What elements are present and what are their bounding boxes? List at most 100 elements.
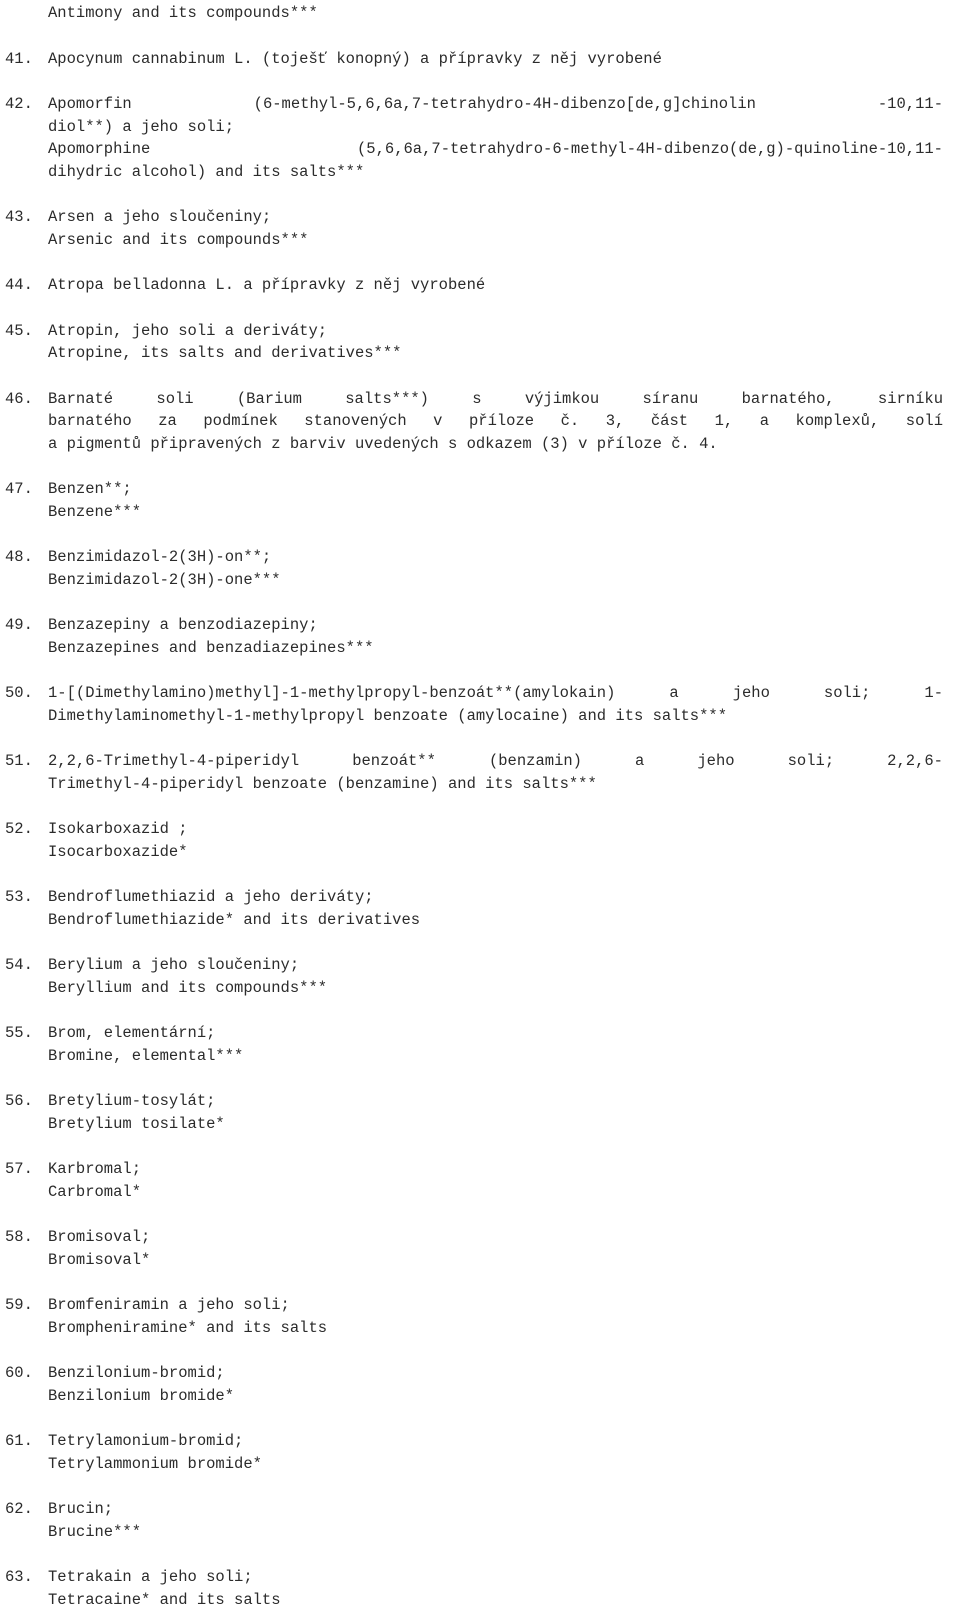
- list-item: 41.Apocynum cannabinum L. (toješť konopn…: [5, 48, 943, 71]
- list-item: 48.Benzimidazol-2(3H)-on**;Benzimidazol-…: [5, 546, 943, 591]
- entry-line: Bromisoval;: [48, 1226, 943, 1249]
- entry-line: Brucine***: [48, 1521, 943, 1544]
- list-item: 58.Bromisoval;Bromisoval*: [5, 1226, 943, 1271]
- entry-line: Atropine, its salts and derivatives***: [48, 342, 943, 365]
- list-item: 60.Benzilonium-bromid;Benzilonium bromid…: [5, 1362, 943, 1407]
- entry-text: Apocynum cannabinum L. (toješť konopný) …: [48, 48, 943, 71]
- entry-line: Benzene***: [48, 501, 943, 524]
- entry-line: Benzimidazol-2(3H)-on**;: [48, 546, 943, 569]
- list-item: 46.Barnaté soli (Barium salts***) s výji…: [5, 388, 943, 456]
- entry-text: Brucin;Brucine***: [48, 1498, 943, 1543]
- entry-line: barnatého za podmínek stanovených v příl…: [48, 410, 943, 433]
- list-item: 55.Brom, elementární;Bromine, elemental*…: [5, 1022, 943, 1067]
- entry-line: dihydric alcohol) and its salts***: [48, 161, 943, 184]
- list-item: 47.Benzen**;Benzene***: [5, 478, 943, 523]
- entry-number: 50.: [5, 682, 48, 705]
- entry-line: Carbromal*: [48, 1181, 943, 1204]
- document-page: Antimony and its compounds*** 41.Apocynu…: [0, 0, 960, 1584]
- entry-line: Bromfeniramin a jeho soli;: [48, 1294, 943, 1317]
- entry-text: Barnaté soli (Barium salts***) s výjimko…: [48, 388, 943, 456]
- entry-line: Brompheniramine* and its salts: [48, 1317, 943, 1340]
- entry-line: Apomorfin (6-methyl-5,6,6a,7-tetrahydro-…: [48, 93, 943, 116]
- list-item: 63.Tetrakain a jeho soli;Tetracaine* and…: [5, 1566, 943, 1611]
- list-item: 61.Tetrylamonium-bromid;Tetrylammonium b…: [5, 1430, 943, 1475]
- list-item: 54.Berylium a jeho sloučeniny;Beryllium …: [5, 954, 943, 999]
- entry-text: Karbromal;Carbromal*: [48, 1158, 943, 1203]
- entry-number: 51.: [5, 750, 48, 773]
- entry-line: Tetrakain a jeho soli;: [48, 1566, 943, 1589]
- entry-line: Bendroflumethiazide* and its derivatives: [48, 909, 943, 932]
- entry-number: 60.: [5, 1362, 48, 1385]
- entry-line: Benzimidazol-2(3H)-one***: [48, 569, 943, 592]
- list-item: 52.Isokarboxazid ;Isocarboxazide*: [5, 818, 943, 863]
- list-item: 50.1-[(Dimethylamino)methyl]-1-methylpro…: [5, 682, 943, 727]
- entry-line: Benzen**;: [48, 478, 943, 501]
- entry-number: 44.: [5, 274, 48, 297]
- list-item: 62.Brucin;Brucine***: [5, 1498, 943, 1543]
- entry-line: Trimethyl-4-piperidyl benzoate (benzamin…: [48, 773, 943, 796]
- entry-number: 56.: [5, 1090, 48, 1113]
- entry-number: 45.: [5, 320, 48, 343]
- entry-text: Benzen**;Benzene***: [48, 478, 943, 523]
- entry-number: 53.: [5, 886, 48, 909]
- entry-text: Bendroflumethiazid a jeho deriváty;Bendr…: [48, 886, 943, 931]
- list-item: 49.Benzazepiny a benzodiazepiny;Benzazep…: [5, 614, 943, 659]
- entry-text: Tetrakain a jeho soli;Tetracaine* and it…: [48, 1566, 943, 1611]
- list-item: 59.Bromfeniramin a jeho soli;Bromphenira…: [5, 1294, 943, 1339]
- entry-text: Apomorfin (6-methyl-5,6,6a,7-tetrahydro-…: [48, 93, 943, 183]
- entry-number: 55.: [5, 1022, 48, 1045]
- entry-line: Arsen a jeho sloučeniny;: [48, 206, 943, 229]
- list-item: 56.Bretylium-tosylát;Bretylium tosilate*: [5, 1090, 943, 1135]
- entry-line: Benzazepines and benzadiazepines***: [48, 637, 943, 660]
- list-item: 57.Karbromal;Carbromal*: [5, 1158, 943, 1203]
- entry-number: 62.: [5, 1498, 48, 1521]
- entry-line: Dimethylaminomethyl-1-methylpropyl benzo…: [48, 705, 943, 728]
- entry-line: Bendroflumethiazid a jeho deriváty;: [48, 886, 943, 909]
- numbered-entry-list: 41.Apocynum cannabinum L. (toješť konopn…: [5, 48, 943, 1611]
- entry-number: 42.: [5, 93, 48, 116]
- entry-line: Brucin;: [48, 1498, 943, 1521]
- list-item: 43.Arsen a jeho sloučeniny;Arsenic and i…: [5, 206, 943, 251]
- entry-line: Apomorphine (5,6,6a,7-tetrahydro-6-methy…: [48, 138, 943, 161]
- entry-text: 1-[(Dimethylamino)methyl]-1-methylpropyl…: [48, 682, 943, 727]
- entry-text: Benzilonium-bromid;Benzilonium bromide*: [48, 1362, 943, 1407]
- entry-number: 59.: [5, 1294, 48, 1317]
- entry-text: Brom, elementární;Bromine, elemental***: [48, 1022, 943, 1067]
- entry-text: Atropin, jeho soli a deriváty;Atropine, …: [48, 320, 943, 365]
- entry-line: Isocarboxazide*: [48, 841, 943, 864]
- entry-line: 2,2,6-Trimethyl-4-piperidyl benzoát** (b…: [48, 750, 943, 773]
- entry-number: 57.: [5, 1158, 48, 1181]
- entry-number: 49.: [5, 614, 48, 637]
- entry-line: Apocynum cannabinum L. (toješť konopný) …: [48, 48, 943, 71]
- entry-line: Atropa belladonna L. a přípravky z něj v…: [48, 274, 943, 297]
- entry-text: Berylium a jeho sloučeniny;Beryllium and…: [48, 954, 943, 999]
- entry-line: Isokarboxazid ;: [48, 818, 943, 841]
- entry-line: Benzilonium-bromid;: [48, 1362, 943, 1385]
- entry-line: Bretylium-tosylát;: [48, 1090, 943, 1113]
- entry-text: Atropa belladonna L. a přípravky z něj v…: [48, 274, 943, 297]
- list-item: 42.Apomorfin (6-methyl-5,6,6a,7-tetrahyd…: [5, 93, 943, 183]
- entry-line: Tetrylammonium bromide*: [48, 1453, 943, 1476]
- entry-line: Atropin, jeho soli a deriváty;: [48, 320, 943, 343]
- entry-line: Arsenic and its compounds***: [48, 229, 943, 252]
- entry-line: Bretylium tosilate*: [48, 1113, 943, 1136]
- entry-text: Benzazepiny a benzodiazepiny;Benzazepine…: [48, 614, 943, 659]
- entry-text: Benzimidazol-2(3H)-on**;Benzimidazol-2(3…: [48, 546, 943, 591]
- entry-line: diol**) a jeho soli;: [48, 116, 943, 139]
- entry-number: 47.: [5, 478, 48, 501]
- entry-text: Bretylium-tosylát;Bretylium tosilate*: [48, 1090, 943, 1135]
- document-body: Antimony and its compounds*** 41.Apocynu…: [5, 2, 943, 1611]
- entry-text: Bromisoval;Bromisoval*: [48, 1226, 943, 1271]
- entry-text: Arsen a jeho sloučeniny;Arsenic and its …: [48, 206, 943, 251]
- entry-line: Beryllium and its compounds***: [48, 977, 943, 1000]
- entry-line: Berylium a jeho sloučeniny;: [48, 954, 943, 977]
- list-item: 45.Atropin, jeho soli a deriváty;Atropin…: [5, 320, 943, 365]
- entry-text: 2,2,6-Trimethyl-4-piperidyl benzoát** (b…: [48, 750, 943, 795]
- entry-line: Brom, elementární;: [48, 1022, 943, 1045]
- list-item: 53.Bendroflumethiazid a jeho deriváty;Be…: [5, 886, 943, 931]
- entry-number: 61.: [5, 1430, 48, 1453]
- entry-line: 1-[(Dimethylamino)methyl]-1-methylpropyl…: [48, 682, 943, 705]
- entry-line: Tetracaine* and its salts: [48, 1589, 943, 1611]
- entry-number: 52.: [5, 818, 48, 841]
- entry-line: Barnaté soli (Barium salts***) s výjimko…: [48, 388, 943, 411]
